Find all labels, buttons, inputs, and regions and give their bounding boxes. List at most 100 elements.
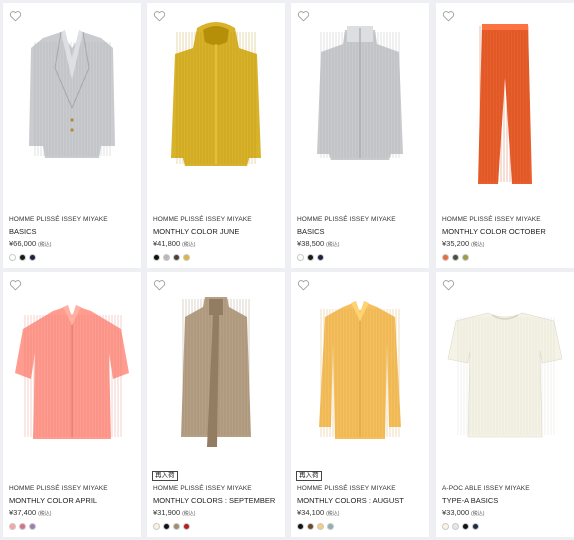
product-card[interactable]: HOMME PLISSÉ ISSEY MIYAKE MONTHLY COLOR A… — [3, 272, 141, 537]
product-price: ¥33,000 (税込) — [442, 508, 484, 517]
product-image[interactable] — [3, 3, 141, 203]
color-swatches — [153, 523, 190, 530]
product-price: ¥41,800 (税込) — [153, 239, 195, 248]
favorite-heart-icon[interactable] — [9, 9, 22, 22]
product-card[interactable]: HOMME PLISSÉ ISSEY MIYAKE MONTHLY COLOR O… — [436, 3, 574, 268]
product-name[interactable]: MONTHLY COLOR OCTOBER — [442, 227, 546, 236]
product-brand: HOMME PLISSÉ ISSEY MIYAKE — [442, 216, 541, 223]
product-card[interactable]: 再入荷 HOMME PLISSÉ ISSEY MIYAKE MONTHLY COLO… — [291, 272, 429, 537]
product-brand: A-POC ABLE ISSEY MIYAKE — [442, 485, 530, 492]
product-card[interactable]: HOMME PLISSÉ ISSEY MIYAKE MONTHLY COLOR J… — [147, 3, 285, 268]
favorite-heart-icon[interactable] — [297, 278, 310, 291]
price-value: ¥31,900 — [153, 508, 181, 517]
favorite-heart-icon[interactable] — [442, 278, 455, 291]
product-image[interactable] — [291, 3, 429, 203]
price-value: ¥66,000 — [9, 239, 37, 248]
color-swatch[interactable] — [19, 523, 26, 530]
color-swatches — [442, 254, 469, 261]
color-swatch[interactable] — [183, 523, 190, 530]
tax-included-label: (税込) — [471, 242, 485, 248]
color-swatches — [9, 254, 36, 261]
product-image[interactable] — [436, 272, 574, 472]
product-card[interactable]: HOMME PLISSÉ ISSEY MIYAKE BASICS ¥38,500 (税… — [291, 3, 429, 268]
favorite-heart-icon[interactable] — [442, 9, 455, 22]
color-swatch[interactable] — [163, 254, 170, 261]
color-swatch[interactable] — [153, 254, 160, 261]
color-swatch[interactable] — [29, 254, 36, 261]
product-name[interactable]: BASICS — [297, 227, 325, 236]
product-card[interactable]: A-POC ABLE ISSEY MIYAKE TYPE-A BASICS ¥33,… — [436, 272, 574, 537]
color-swatch[interactable] — [9, 523, 16, 530]
product-price: ¥34,100 (税込) — [297, 508, 339, 517]
tax-included-label: (税込) — [182, 242, 196, 248]
product-price: ¥66,000 (税込) — [9, 239, 51, 248]
color-swatch[interactable] — [452, 254, 459, 261]
restock-badge: 再入荷 — [152, 471, 178, 481]
color-swatch[interactable] — [462, 254, 469, 261]
color-swatch[interactable] — [163, 523, 170, 530]
tax-included-label: (税込) — [471, 511, 485, 517]
color-swatch[interactable] — [307, 254, 314, 261]
product-name[interactable]: TYPE-A BASICS — [442, 496, 498, 505]
product-brand: HOMME PLISSÉ ISSEY MIYAKE — [153, 216, 252, 223]
price-value: ¥38,500 — [297, 239, 325, 248]
color-swatch[interactable] — [452, 523, 459, 530]
tax-included-label: (税込) — [326, 242, 340, 248]
color-swatch[interactable] — [297, 523, 304, 530]
product-price: ¥37,400 (税込) — [9, 508, 51, 517]
tax-included-label: (税込) — [38, 242, 52, 248]
tax-included-label: (税込) — [38, 511, 52, 517]
price-value: ¥34,100 — [297, 508, 325, 517]
color-swatch[interactable] — [29, 523, 36, 530]
product-name[interactable]: MONTHLY COLORS : AUGUST — [297, 496, 404, 505]
color-swatches — [9, 523, 36, 530]
color-swatches — [297, 523, 334, 530]
product-name[interactable]: MONTHLY COLOR JUNE — [153, 227, 239, 236]
product-image[interactable] — [147, 272, 285, 472]
color-swatch[interactable] — [153, 523, 160, 530]
restock-badge: 再入荷 — [296, 471, 322, 481]
color-swatch[interactable] — [317, 254, 324, 261]
product-image[interactable] — [291, 272, 429, 472]
color-swatches — [442, 523, 479, 530]
color-swatch[interactable] — [317, 523, 324, 530]
price-value: ¥41,800 — [153, 239, 181, 248]
product-card[interactable]: 再入荷 HOMME PLISSÉ ISSEY MIYAKE MONTHLY COLO… — [147, 272, 285, 537]
color-swatch[interactable] — [173, 523, 180, 530]
favorite-heart-icon[interactable] — [153, 9, 166, 22]
color-swatch[interactable] — [462, 523, 469, 530]
product-brand: HOMME PLISSÉ ISSEY MIYAKE — [9, 485, 108, 492]
product-image[interactable] — [147, 3, 285, 203]
product-brand: HOMME PLISSÉ ISSEY MIYAKE — [9, 216, 108, 223]
product-name[interactable]: MONTHLY COLORS : SEPTEMBER — [153, 496, 275, 505]
favorite-heart-icon[interactable] — [153, 278, 166, 291]
product-name[interactable]: BASICS — [9, 227, 37, 236]
color-swatch[interactable] — [183, 254, 190, 261]
product-image[interactable] — [436, 3, 574, 203]
color-swatch[interactable] — [297, 254, 304, 261]
color-swatch[interactable] — [9, 254, 16, 261]
color-swatch[interactable] — [19, 254, 26, 261]
product-name[interactable]: MONTHLY COLOR APRIL — [9, 496, 97, 505]
color-swatch[interactable] — [472, 523, 479, 530]
color-swatch[interactable] — [442, 523, 449, 530]
color-swatches — [297, 254, 324, 261]
color-swatch[interactable] — [442, 254, 449, 261]
price-value: ¥35,200 — [442, 239, 470, 248]
favorite-heart-icon[interactable] — [9, 278, 22, 291]
color-swatch[interactable] — [173, 254, 180, 261]
price-value: ¥33,000 — [442, 508, 470, 517]
color-swatch[interactable] — [327, 523, 334, 530]
product-price: ¥35,200 (税込) — [442, 239, 484, 248]
color-swatches — [153, 254, 190, 261]
tax-included-label: (税込) — [326, 511, 340, 517]
favorite-heart-icon[interactable] — [297, 9, 310, 22]
product-brand: HOMME PLISSÉ ISSEY MIYAKE — [297, 485, 396, 492]
product-grid: HOMME PLISSÉ ISSEY MIYAKE BASICS ¥66,000 (税… — [0, 0, 574, 540]
color-swatch[interactable] — [307, 523, 314, 530]
product-price: ¥38,500 (税込) — [297, 239, 339, 248]
tax-included-label: (税込) — [182, 511, 196, 517]
product-card[interactable]: HOMME PLISSÉ ISSEY MIYAKE BASICS ¥66,000 (税… — [3, 3, 141, 268]
product-brand: HOMME PLISSÉ ISSEY MIYAKE — [297, 216, 396, 223]
product-image[interactable] — [3, 272, 141, 472]
